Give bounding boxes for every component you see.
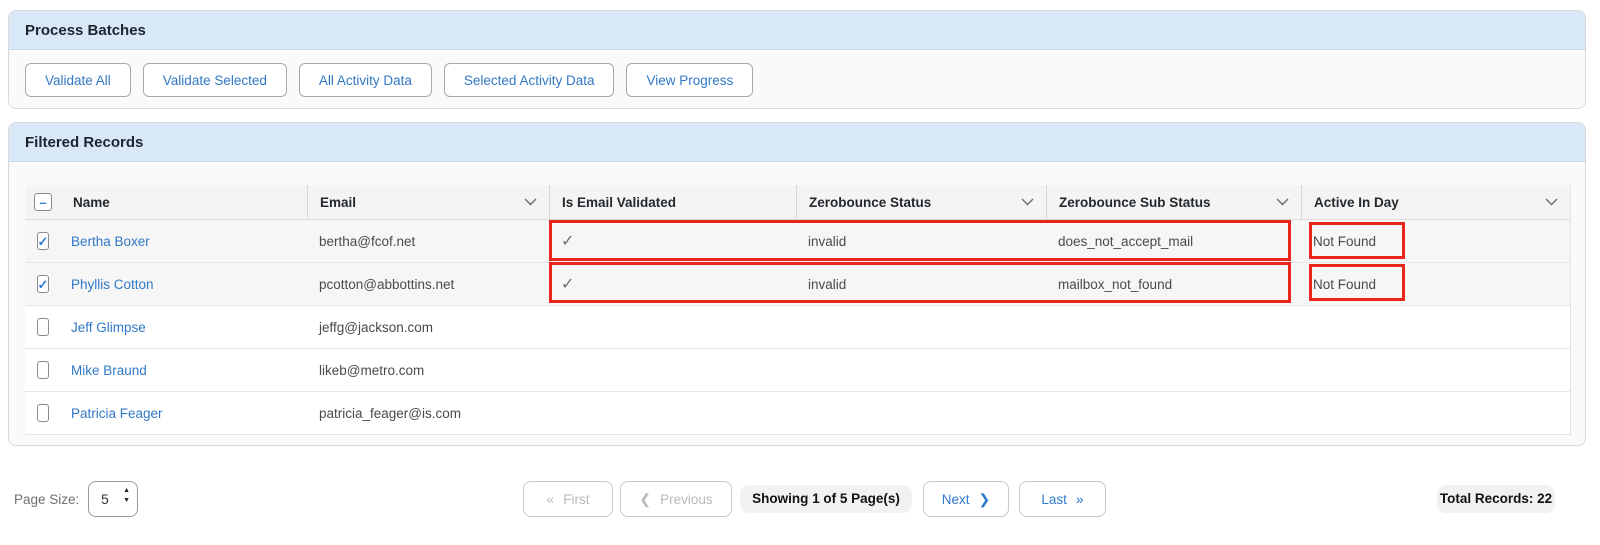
chevron-right-icon: ❯ — [979, 491, 991, 508]
row-checkbox[interactable] — [37, 318, 49, 336]
table-row: Mike Braund likeb@metro.com — [25, 349, 1570, 392]
zerobounce-status-cell: invalid — [796, 277, 1046, 292]
page-size-value[interactable]: 5 — [101, 482, 109, 516]
page-status: Showing 1 of 5 Page(s) — [740, 485, 912, 513]
is-email-validated-cell: ✓ — [549, 231, 796, 251]
first-page-button[interactable]: « First — [523, 481, 613, 517]
selected-activity-data-button[interactable]: Selected Activity Data — [444, 63, 615, 97]
chevron-down-icon[interactable] — [524, 198, 537, 206]
email-cell: bertha@fcof.net — [307, 234, 549, 249]
active-in-day-cell: Not Found — [1301, 277, 1570, 292]
table-header-row: – Name Email Is Email Validated Zeroboun… — [25, 185, 1570, 220]
validated-check-icon: ✓ — [561, 276, 574, 293]
page: Process Batches Validate All Validate Se… — [0, 0, 1600, 545]
column-header-active-in-day[interactable]: Active In Day — [1301, 185, 1570, 219]
double-chevron-right-icon: » — [1076, 491, 1084, 507]
zerobounce-sub-status-cell: mailbox_not_found — [1046, 277, 1301, 292]
email-cell: jeffg@jackson.com — [307, 320, 549, 335]
page-size-stepper[interactable]: 5 ▲ ▼ — [88, 481, 138, 517]
records-table: – Name Email Is Email Validated Zeroboun… — [25, 185, 1571, 435]
table-row: ✓ Phyllis Cotton pcotton@abbottins.net ✓… — [25, 263, 1570, 306]
row-checkbox[interactable]: ✓ — [37, 275, 50, 293]
column-header-name[interactable]: Name — [61, 185, 307, 219]
row-checkbox[interactable] — [37, 404, 49, 422]
chevron-down-icon[interactable] — [1545, 198, 1558, 206]
double-chevron-left-icon: « — [546, 491, 554, 507]
row-checkbox[interactable] — [37, 361, 49, 379]
next-page-button[interactable]: Next ❯ — [923, 481, 1009, 517]
email-cell: pcotton@abbottins.net — [307, 277, 549, 292]
column-header-email[interactable]: Email — [307, 185, 549, 219]
validated-check-icon: ✓ — [561, 233, 574, 250]
table-row: Jeff Glimpse jeffg@jackson.com — [25, 306, 1570, 349]
row-checkbox-cell — [25, 361, 61, 379]
chevron-down-icon[interactable] — [1021, 198, 1034, 206]
table-row: ✓ Bertha Boxer bertha@fcof.net ✓ invalid… — [25, 220, 1570, 263]
previous-page-button[interactable]: ❮ Previous — [620, 481, 732, 517]
chevron-down-icon[interactable] — [1276, 198, 1289, 206]
chevron-left-icon: ❮ — [639, 491, 651, 508]
validate-selected-button[interactable]: Validate Selected — [143, 63, 287, 97]
row-checkbox-cell — [25, 318, 61, 336]
row-checkbox-cell: ✓ — [25, 232, 61, 250]
record-name-link[interactable]: Jeff Glimpse — [71, 320, 146, 335]
select-all-checkbox[interactable]: – — [34, 193, 52, 211]
record-name-link[interactable]: Patricia Feager — [71, 406, 163, 421]
process-batches-panel: Process Batches Validate All Validate Se… — [8, 10, 1586, 109]
last-page-button[interactable]: Last » — [1019, 481, 1106, 517]
process-batches-header: Process Batches — [9, 11, 1585, 50]
active-in-day-cell: Not Found — [1301, 234, 1570, 249]
email-cell: likeb@metro.com — [307, 363, 549, 378]
filtered-records-title: Filtered Records — [25, 134, 143, 151]
row-checkbox[interactable]: ✓ — [37, 232, 50, 250]
stepper-up-icon[interactable]: ▲ — [123, 487, 130, 494]
record-name-link[interactable]: Mike Braund — [71, 363, 147, 378]
all-activity-data-button[interactable]: All Activity Data — [299, 63, 432, 97]
column-header-is-email-validated[interactable]: Is Email Validated — [549, 185, 796, 219]
stepper-arrows: ▲ ▼ — [123, 487, 130, 504]
view-progress-button[interactable]: View Progress — [626, 63, 753, 97]
is-email-validated-cell: ✓ — [549, 274, 796, 294]
filtered-records-panel: Filtered Records – Name Email Is Emai — [8, 122, 1586, 446]
column-header-zerobounce-status[interactable]: Zerobounce Status — [796, 185, 1046, 219]
zerobounce-status-cell: invalid — [796, 234, 1046, 249]
validate-all-button[interactable]: Validate All — [25, 63, 131, 97]
process-batches-title: Process Batches — [25, 22, 146, 39]
email-cell: patricia_feager@is.com — [307, 406, 549, 421]
table-row: Patricia Feager patricia_feager@is.com — [25, 392, 1570, 435]
row-checkbox-cell — [25, 404, 61, 422]
header-checkbox-cell: – — [25, 185, 61, 219]
record-name-link[interactable]: Phyllis Cotton — [71, 277, 154, 292]
zerobounce-sub-status-cell: does_not_accept_mail — [1046, 234, 1301, 249]
row-checkbox-cell: ✓ — [25, 275, 61, 293]
column-header-zerobounce-sub-status[interactable]: Zerobounce Sub Status — [1046, 185, 1301, 219]
process-batches-actions: Validate All Validate Selected All Activ… — [9, 50, 1585, 110]
filtered-records-header: Filtered Records — [9, 123, 1585, 162]
page-size-label: Page Size: — [14, 482, 79, 517]
total-records-badge: Total Records: 22 — [1437, 485, 1555, 513]
stepper-down-icon[interactable]: ▼ — [123, 497, 130, 504]
record-name-link[interactable]: Bertha Boxer — [71, 234, 150, 249]
